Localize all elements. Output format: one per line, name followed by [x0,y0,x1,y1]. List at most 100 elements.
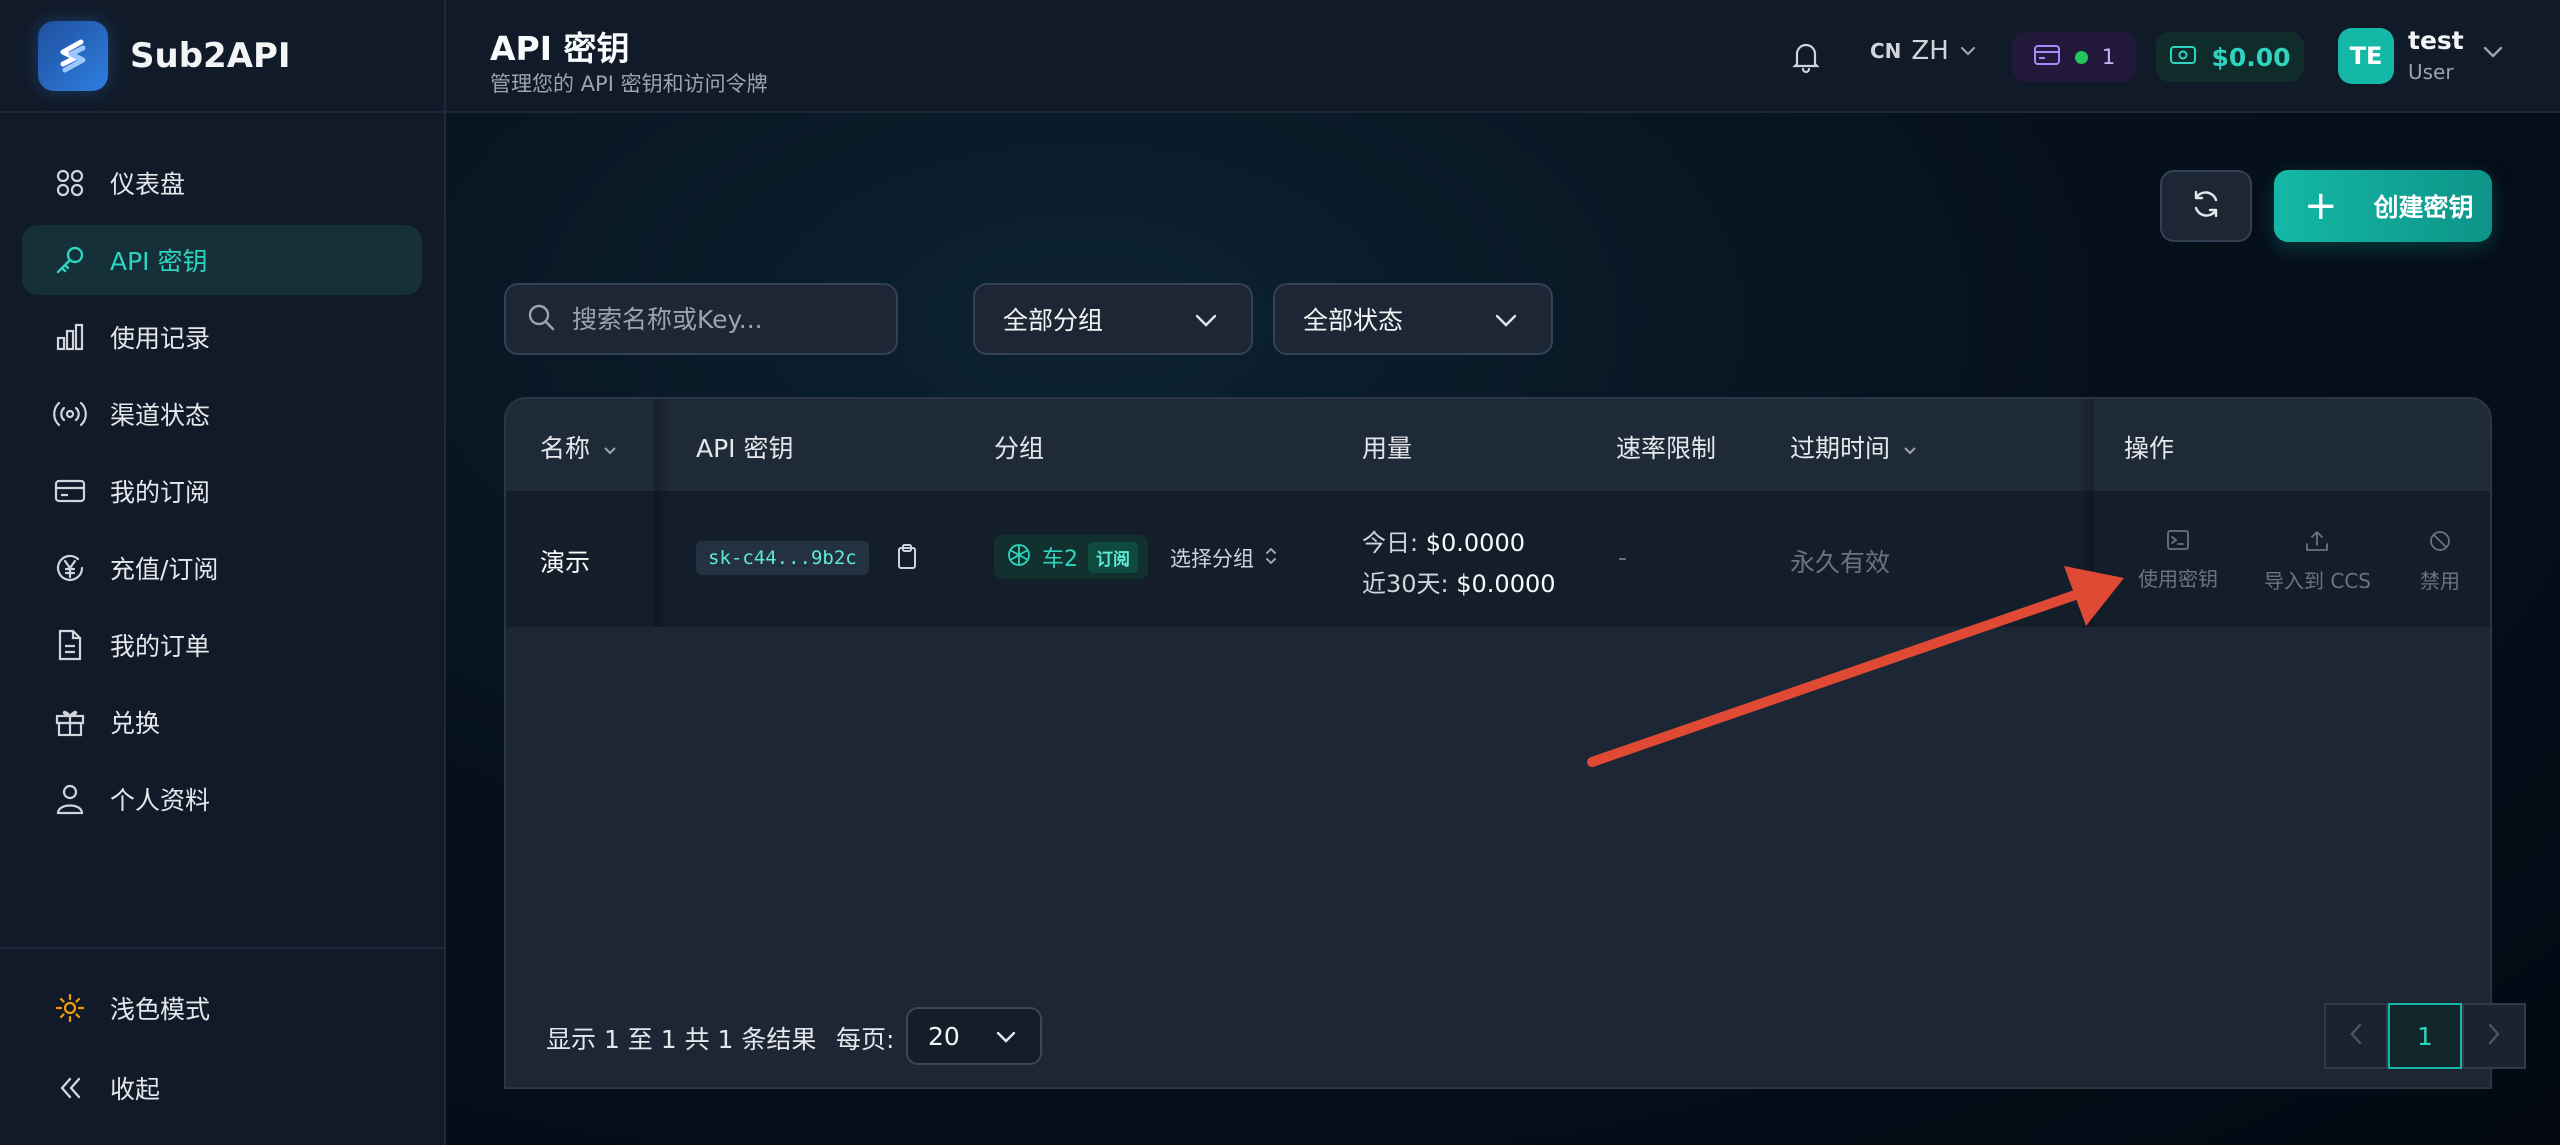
search-box[interactable] [504,283,898,355]
sidebar-item-label: 个人资料 [110,786,211,815]
page-button-current[interactable]: 1 [2388,1003,2462,1069]
refresh-button[interactable] [2160,170,2252,242]
user-role: User [2408,60,2454,84]
chevron-down-icon [1493,307,1519,337]
language-selector[interactable]: CN ZH [1870,36,1977,66]
table-row: 演示 sk-c44...9b2c 车2 订阅 选择分组 今日: $0.0000 … [506,491,2490,627]
collapse-sidebar-button[interactable]: 收起 [22,1053,422,1123]
sidebar-item-subscriptions[interactable]: 我的订阅 [22,456,422,526]
openai-icon [1006,542,1032,572]
use-key-label: 使用密钥 [2138,567,2218,591]
column-name[interactable]: 名称 [540,429,618,465]
avatar[interactable]: TE [2338,28,2394,84]
chevrons-left-icon [52,1070,88,1106]
top-header: API 密钥 管理您的 API 密钥和访问令牌 CN ZH 1 $0.00 TE… [446,0,2560,113]
credit-card-icon [2033,44,2061,70]
status-filter-value: 全部状态 [1303,306,1404,335]
edit-button[interactable]: 编辑 [2490,529,2492,594]
bar-chart-icon [52,319,88,355]
disable-button[interactable]: 禁用 [2420,529,2460,594]
balance-pill[interactable]: $0.00 [2156,32,2304,82]
page-title: API 密钥 [490,29,630,68]
sidebar-item-label: 兑换 [110,709,161,738]
use-key-button[interactable]: 使用密钥 [2138,529,2218,592]
group-badge: 车2 订阅 [994,535,1148,579]
per-page-label: 每页: [836,1025,895,1054]
upload-icon [2304,529,2330,557]
sun-icon [52,990,88,1026]
group-filter-select[interactable]: 全部分组 [973,283,1253,355]
usage-today: 今日: $0.0000 [1362,523,1556,558]
subscription-pill[interactable]: 1 [2012,32,2136,82]
brand[interactable]: Sub2API [0,0,444,113]
column-expires[interactable]: 过期时间 [1790,429,1918,465]
edit-label: 编辑 [2490,565,2492,594]
credit-card-icon [52,473,88,509]
chevron-down-icon[interactable] [2482,44,2504,63]
group-filter-value: 全部分组 [1003,306,1104,335]
sidebar-item-label: API 密钥 [110,247,208,276]
main-content: + 创建密钥 全部分组 全部状态 名称 API 密钥 分组 用量 速率限制 [446,113,2560,1145]
pager: 1 [2324,1003,2526,1069]
select-group-button[interactable]: 选择分组 [1170,543,1278,573]
usage-30d-label: 近30天: [1362,570,1449,598]
sidebar-item-redeem[interactable]: 兑换 [22,687,422,757]
ban-icon [2428,529,2452,557]
theme-toggle[interactable]: 浅色模式 [22,973,422,1043]
search-input[interactable] [572,304,872,334]
brand-logo-icon [38,20,108,91]
usage-30d: 近30天: $0.0000 [1362,564,1556,599]
grid-icon [52,165,88,201]
column-rate-limit: 速率限制 [1616,434,1717,463]
sidebar-item-recharge[interactable]: 充值/订阅 [22,533,422,603]
next-page-button[interactable] [2462,1003,2526,1069]
prev-page-button[interactable] [2324,1003,2388,1069]
sidebar-item-dashboard[interactable]: 仪表盘 [22,148,422,218]
sidebar-item-channel-status[interactable]: 渠道状态 [22,379,422,449]
sidebar-item-label: 我的订阅 [110,478,211,507]
create-key-button[interactable]: + 创建密钥 [2274,170,2492,242]
language-label: ZH [1911,36,1949,66]
sidebar-item-profile[interactable]: 个人资料 [22,764,422,834]
per-page-value: 20 [928,1021,960,1051]
sidebar-item-label: 渠道状态 [110,401,211,430]
brand-name: Sub2API [130,35,291,76]
sidebar-item-orders[interactable]: 我的订单 [22,610,422,680]
import-ccs-button[interactable]: 导入到 CCS [2264,529,2371,594]
sidebar: Sub2API 仪表盘 API 密钥 使用记录 渠道状态 我的订阅 充值/订阅 … [0,0,446,1145]
sidebar-item-label: 仪表盘 [110,170,186,199]
sidebar-item-api-keys[interactable]: API 密钥 [22,225,422,295]
refresh-icon [2189,187,2223,225]
terminal-icon [2166,529,2190,555]
column-label: 名称 [540,434,591,463]
per-page-select[interactable]: 20 [906,1007,1042,1065]
key-icon [52,242,88,278]
chevron-down-icon [1902,433,1918,462]
column-label: 过期时间 [1790,434,1891,463]
sidebar-item-usage[interactable]: 使用记录 [22,302,422,372]
create-key-label: 创建密钥 [2373,193,2474,222]
language-code: CN [1870,39,1902,63]
api-key-value: sk-c44...9b2c [696,541,869,575]
bell-icon[interactable] [1788,38,1824,74]
status-filter-select[interactable]: 全部状态 [1273,283,1553,355]
status-dot [2074,50,2088,64]
user-name[interactable]: test [2408,26,2464,55]
group-name: 车2 [1042,547,1078,572]
select-group-label: 选择分组 [1170,547,1254,571]
import-ccs-label: 导入到 CCS [2264,569,2371,593]
page-subtitle: 管理您的 API 密钥和访问令牌 [490,72,768,96]
balance-value: $0.00 [2211,42,2291,72]
document-icon [52,627,88,663]
sidebar-item-label: 充值/订阅 [110,555,219,584]
sidebar-item-label: 我的订单 [110,632,211,661]
plus-icon: + [2304,183,2338,229]
gift-icon [52,704,88,740]
usage-30d-value: $0.0000 [1456,570,1556,598]
sticky-column-shadow [654,399,670,627]
copy-icon[interactable] [896,543,918,575]
sticky-column-shadow [2078,399,2094,627]
rate-limit-value: - [1618,543,1628,572]
chevron-down-icon [1193,307,1219,337]
column-actions: 操作 [2124,434,2175,463]
